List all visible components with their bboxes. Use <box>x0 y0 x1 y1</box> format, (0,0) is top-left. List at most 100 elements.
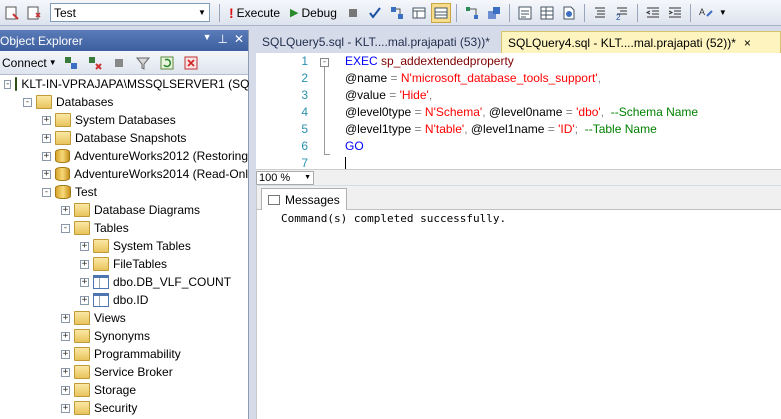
tree-node-label: dbo.DB_VLF_COUNT <box>113 275 232 289</box>
tree-node-label: Database Diagrams <box>94 203 201 217</box>
query-options-icon[interactable] <box>2 3 22 23</box>
display-plan-icon[interactable] <box>387 3 407 23</box>
filter-icon[interactable] <box>133 53 153 73</box>
expand-icon[interactable]: + <box>61 205 70 215</box>
delete-icon[interactable] <box>181 53 201 73</box>
query-designer-icon[interactable] <box>409 3 429 23</box>
svg-text:A: A <box>699 7 705 17</box>
tree-node-databases[interactable]: - Databases <box>0 93 248 111</box>
results-to-file-icon[interactable] <box>559 3 579 23</box>
code-keyword: EXEC <box>345 54 378 68</box>
decrease-indent-icon[interactable] <box>643 3 663 23</box>
expand-icon[interactable]: + <box>42 151 51 161</box>
code-operator: = <box>544 122 559 136</box>
tab-messages[interactable]: Messages <box>261 188 347 210</box>
connect-server-icon[interactable] <box>61 53 81 73</box>
code-param: @level1name <box>470 122 545 136</box>
disconnect-icon[interactable] <box>85 53 105 73</box>
stop-icon[interactable] <box>109 53 129 73</box>
code-string: 'Hide' <box>399 88 429 102</box>
results-to-grid-icon[interactable] <box>430 2 451 23</box>
refresh-icon[interactable] <box>157 53 177 73</box>
tree-node-security[interactable]: + Security <box>0 399 248 417</box>
tree-node-synonyms[interactable]: + Synonyms <box>0 327 248 345</box>
expand-icon[interactable]: + <box>80 241 89 251</box>
tree-node-adventureworks2012[interactable]: + AdventureWorks2012 (Restoring <box>0 147 248 165</box>
folder-icon <box>74 383 90 397</box>
line-number: 5 <box>301 122 308 136</box>
database-icon <box>55 185 71 199</box>
tree-node-test[interactable]: - Test <box>0 183 248 201</box>
toolbar-overflow-icon[interactable]: ▼ <box>718 3 728 23</box>
tree-node-adventureworks2014[interactable]: + AdventureWorks2014 (Read-Onl <box>0 165 248 183</box>
expand-icon[interactable]: + <box>61 331 70 341</box>
expand-icon[interactable]: + <box>42 133 51 143</box>
expand-icon[interactable]: + <box>61 385 70 395</box>
query-editor[interactable]: 1 2 3 4 5 6 7 - EXEC sp_addextendedprope… <box>256 53 781 169</box>
code-line: @name = N'microsoft_database_tools_suppo… <box>345 70 698 87</box>
debug-button[interactable]: ▶ Debug <box>286 3 341 23</box>
collapse-icon[interactable]: - <box>61 223 70 233</box>
increase-indent-icon[interactable] <box>665 3 685 23</box>
expand-icon[interactable]: + <box>61 349 70 359</box>
toolbar-separator <box>689 3 691 22</box>
close-icon[interactable]: ✕ <box>234 32 244 46</box>
dropdown-icon[interactable]: ▼ <box>203 32 212 46</box>
code-line: @value = 'Hide', <box>345 87 698 104</box>
svg-text:2: 2 <box>616 13 621 21</box>
expand-icon[interactable]: + <box>61 313 70 323</box>
tree-node-label: Databases <box>56 95 114 109</box>
stop-icon[interactable] <box>343 3 363 23</box>
expand-icon[interactable]: + <box>42 115 51 125</box>
tree-node-label: AdventureWorks2014 (Read-Onl <box>74 167 248 181</box>
database-select[interactable]: Test ▼ <box>50 3 210 22</box>
tree-node-database-snapshots[interactable]: + Database Snapshots <box>0 129 248 147</box>
connect-button[interactable]: Connect ▼ <box>2 56 57 70</box>
pin-icon[interactable]: ⊥ <box>217 32 227 46</box>
parse-checkmark-icon[interactable] <box>365 3 385 23</box>
folder-icon <box>74 311 90 325</box>
tree-node-tables[interactable]: - Tables <box>0 219 248 237</box>
close-icon[interactable]: × <box>744 36 751 50</box>
tree-node-table-db-vlf-count[interactable]: + dbo.DB_VLF_COUNT <box>0 273 248 291</box>
tree-node-views[interactable]: + Views <box>0 309 248 327</box>
tree-node-server[interactable]: - KLT-IN-VPRAJAPA\MSSQLSERVER1 (SQ <box>0 75 250 93</box>
tab-label: SQLQuery5.sql - KLT....mal.prajapati (53… <box>262 35 490 49</box>
uncomment-lines-icon[interactable]: 2 <box>612 3 632 23</box>
collapse-icon[interactable]: - <box>4 79 12 89</box>
tab-sqlquery5[interactable]: SQLQuery5.sql - KLT....mal.prajapati (53… <box>256 31 496 53</box>
tree-node-table-dbo-id[interactable]: + dbo.ID <box>0 291 248 309</box>
expand-icon[interactable]: + <box>42 169 51 179</box>
zoom-select[interactable]: 100 % ▼ <box>256 170 314 185</box>
results-grid-icon[interactable] <box>537 3 557 23</box>
collapse-icon[interactable]: - <box>42 187 51 197</box>
results-to-text-icon[interactable] <box>515 3 535 23</box>
tab-sqlquery4[interactable]: SQLQuery4.sql - KLT....mal.prajapati (52… <box>501 31 781 53</box>
collapse-region-icon[interactable]: - <box>320 58 329 67</box>
expand-icon[interactable]: + <box>61 403 70 413</box>
tree-node-storage[interactable]: + Storage <box>0 381 248 399</box>
horizontal-scrollbar[interactable] <box>318 170 781 185</box>
comment-lines-icon[interactable] <box>590 3 610 23</box>
specify-values-icon[interactable]: A <box>696 3 716 23</box>
expand-icon[interactable]: + <box>61 367 70 377</box>
tree-node-system-tables[interactable]: + System Tables <box>0 237 248 255</box>
tree-node-programmability[interactable]: + Programmability <box>0 345 248 363</box>
tree-node-system-databases[interactable]: + System Databases <box>0 111 248 129</box>
client-statistics-icon[interactable] <box>484 3 504 23</box>
tree-node-label: Service Broker <box>94 365 173 379</box>
line-number: 6 <box>301 139 308 153</box>
expand-icon[interactable]: + <box>80 295 89 305</box>
execute-button[interactable]: ! Execute <box>225 3 284 23</box>
tree-node-service-broker[interactable]: + Service Broker <box>0 363 248 381</box>
code-string: N'table' <box>424 122 465 136</box>
tree-node-filetables[interactable]: + FileTables <box>0 255 248 273</box>
change-connection-icon[interactable] <box>24 3 44 23</box>
folder-icon <box>93 257 109 271</box>
include-plan-icon[interactable] <box>462 3 482 23</box>
expand-icon[interactable]: + <box>80 277 89 287</box>
code-comment: --Schema Name <box>610 105 699 119</box>
expand-icon[interactable]: + <box>80 259 89 269</box>
collapse-icon[interactable]: - <box>23 97 32 107</box>
tree-node-database-diagrams[interactable]: + Database Diagrams <box>0 201 248 219</box>
